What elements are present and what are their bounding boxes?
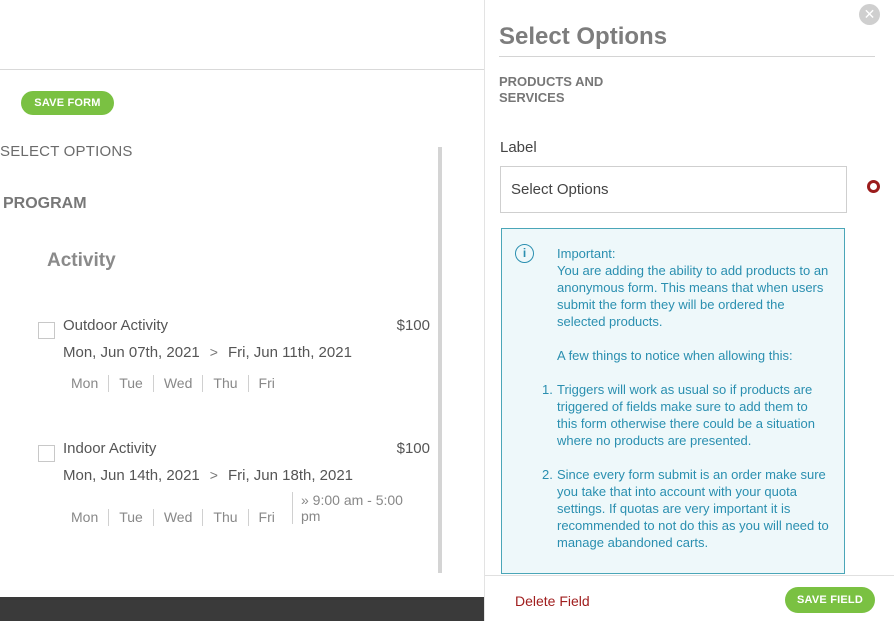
day-label: Fri <box>247 375 285 392</box>
info-intro: You are adding the ability to add produc… <box>557 263 829 329</box>
panel-footer: Delete Field SAVE FIELD <box>485 575 894 621</box>
list-number: 2. <box>542 467 553 482</box>
list-text: Triggers will work as usual so if produc… <box>557 382 815 448</box>
save-field-button[interactable]: SAVE FIELD <box>785 587 875 613</box>
end-date: Fri, Jun 11th, 2021 <box>227 344 352 361</box>
day-label: Mon <box>71 375 99 391</box>
panel-title: Select Options <box>499 23 668 50</box>
end-date: Fri, Jun 18th, 2021 <box>227 467 354 484</box>
day-label: Mon <box>71 509 99 525</box>
activity-dates: Mon, Jun 07th, 2021 > Fri, Jun 11th, 2021 <box>63 344 352 361</box>
day-label: Thu <box>202 509 247 526</box>
activity-checkbox[interactable] <box>38 322 55 339</box>
chevron-right-icon: > <box>209 467 218 483</box>
start-date: Mon, Jun 14th, 2021 <box>63 467 200 484</box>
activity-price: $100 <box>396 440 430 457</box>
form-builder-canvas: SAVE FORM SELECT OPTIONS PROGRAM Activit… <box>0 0 484 621</box>
day-label: Tue <box>108 509 153 526</box>
activity-days: Mon Tue Wed Thu Fri <box>63 509 285 526</box>
activity-dates: Mon, Jun 14th, 2021 > Fri, Jun 18th, 2021 <box>63 467 353 484</box>
form-topbar <box>0 0 484 70</box>
start-date: Mon, Jun 07th, 2021 <box>63 344 200 361</box>
field-settings-panel: ✕ Select Options PRODUCTS AND SERVICES L… <box>484 0 894 621</box>
activity-name: Indoor Activity <box>63 440 157 457</box>
info-icon: i <box>515 244 534 263</box>
required-indicator-icon <box>867 180 880 193</box>
day-label: Fri <box>247 509 285 526</box>
chevron-right-icon: > <box>209 344 218 360</box>
info-list: 1. Triggers will work as usual so if prod… <box>542 381 829 551</box>
activity-price: $100 <box>396 317 430 334</box>
info-text: Important: You are adding the ability to… <box>542 245 829 551</box>
info-notice: i Important: You are adding the ability … <box>501 228 845 574</box>
label-caption: Label <box>500 139 537 156</box>
program-title: PROGRAM <box>3 195 87 212</box>
list-text: Since every form submit is an order make… <box>557 467 829 550</box>
activity-name: Outdoor Activity <box>63 317 169 334</box>
field-category: PRODUCTS AND SERVICES <box>499 74 604 105</box>
label-input[interactable] <box>500 166 847 213</box>
info-notice-line: A few things to notice when allowing thi… <box>557 348 793 363</box>
day-label: Thu <box>202 375 247 392</box>
divider <box>499 56 875 57</box>
list-number: 1. <box>542 382 553 397</box>
close-icon[interactable]: ✕ <box>859 4 880 25</box>
info-list-item: 2. Since every form submit is an order ma… <box>542 466 829 551</box>
activity-checkbox[interactable] <box>38 445 55 462</box>
footer-bar <box>0 597 484 621</box>
activity-heading: Activity <box>47 250 116 271</box>
day-label: Tue <box>108 375 153 392</box>
delete-field-link[interactable]: Delete Field <box>515 593 590 609</box>
day-label: Wed <box>152 375 203 392</box>
info-list-item: 1. Triggers will work as usual so if prod… <box>542 381 829 449</box>
day-label: Wed <box>152 509 203 526</box>
activity-days: Mon Tue Wed Thu Fri <box>63 375 285 392</box>
section-title: SELECT OPTIONS <box>0 143 133 160</box>
save-form-button[interactable]: SAVE FORM <box>21 91 114 115</box>
info-heading: Important: <box>557 246 616 261</box>
activity-time: » 9:00 am - 5:00 pm <box>292 492 412 524</box>
